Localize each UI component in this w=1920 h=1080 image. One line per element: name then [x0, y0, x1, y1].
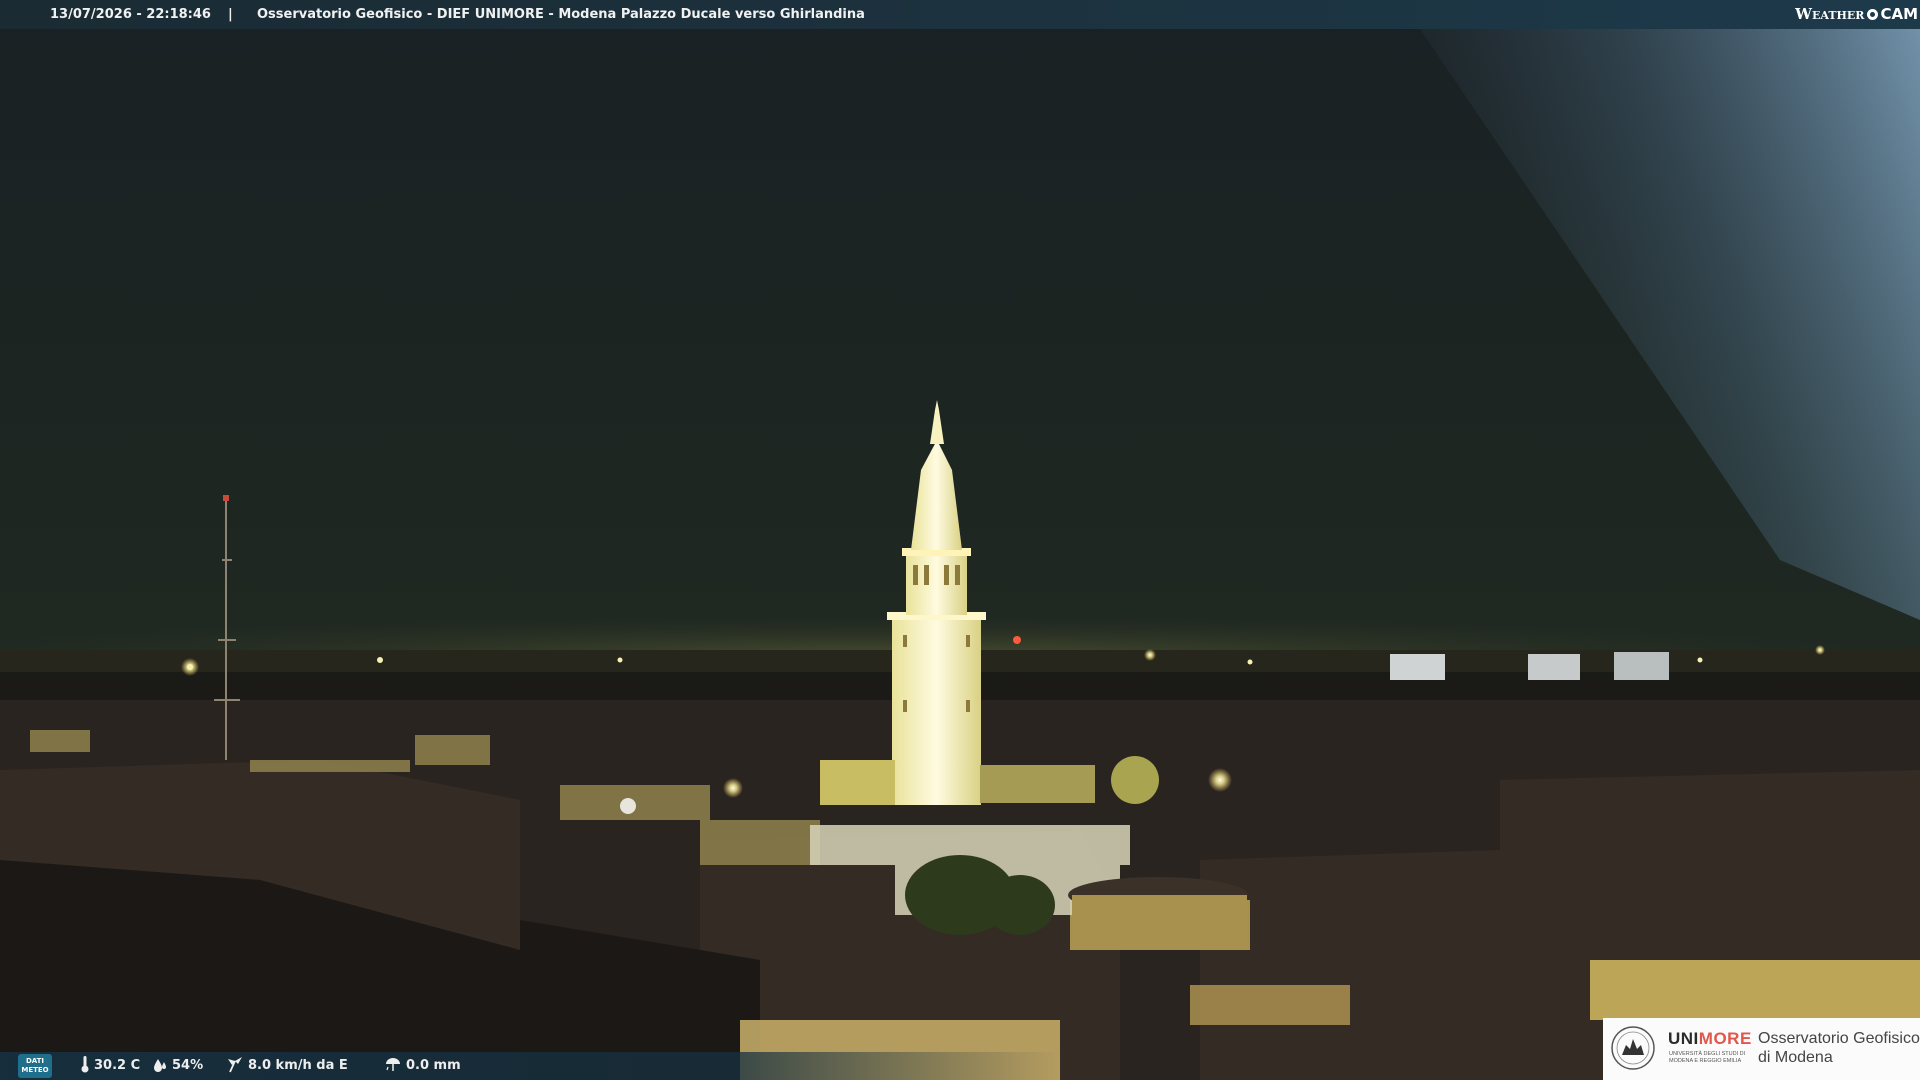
webcam-info-bar: 13/07/2026 - 22:18:46 | Osservatorio Geo…: [0, 0, 1920, 29]
badge-line-2: METEO: [21, 1066, 49, 1074]
brand-cam: CAM: [1880, 5, 1918, 23]
separator: |: [228, 7, 233, 22]
webcam-night-photo: [0, 0, 1920, 1080]
camera-title: Osservatorio Geofisico - DIEF UNIMORE - …: [257, 7, 865, 22]
weather-data-bar: DATI METEO 30.2 C 54% 8.0 km/h da E 0.0 …: [0, 1052, 1060, 1080]
temperature-value: 30.2 C: [94, 1058, 141, 1073]
observatory-name: Osservatorio Geofisico di Modena: [1758, 1029, 1920, 1067]
wind-reading: 8.0 km/h da E: [226, 1052, 348, 1080]
wordmark-uni: UNI: [1668, 1029, 1699, 1048]
rain-icon: [386, 1058, 400, 1071]
university-seal-icon: [1611, 1026, 1655, 1070]
timestamp: 13/07/2026 - 22:18:46: [50, 7, 211, 22]
rain-value: 0.0 mm: [406, 1058, 461, 1073]
badge-line-1: DATI: [25, 1057, 45, 1065]
humidity-value: 54%: [172, 1058, 204, 1073]
humidity-reading: 54%: [152, 1052, 203, 1080]
camera-lens-icon: [1867, 9, 1879, 20]
brand-weather: Weather: [1795, 5, 1865, 23]
university-name: Università degli studi di Modena e Reggi…: [1669, 1051, 1746, 1064]
thermometer-icon: [81, 1056, 89, 1073]
rain-reading: 0.0 mm: [384, 1052, 461, 1080]
weathercam-logo: Weather CAM: [1795, 0, 1918, 29]
observatory-line-1: Osservatorio Geofisico: [1758, 1030, 1920, 1047]
wind-value: 8.0 km/h da E: [248, 1058, 348, 1073]
observatory-line-2: di Modena: [1758, 1049, 1833, 1066]
unimore-wordmark: UNIMORE: [1668, 1029, 1752, 1049]
humidity-drop-icon: [154, 1059, 166, 1072]
unimore-logo-box: UNIMORE Università degli studi di Modena…: [1603, 1018, 1920, 1080]
temperature-reading: 30.2 C: [80, 1052, 140, 1080]
wind-icon: [228, 1057, 242, 1073]
wordmark-more: MORE: [1698, 1029, 1752, 1048]
dati-meteo-badge[interactable]: DATI METEO: [18, 1054, 52, 1078]
